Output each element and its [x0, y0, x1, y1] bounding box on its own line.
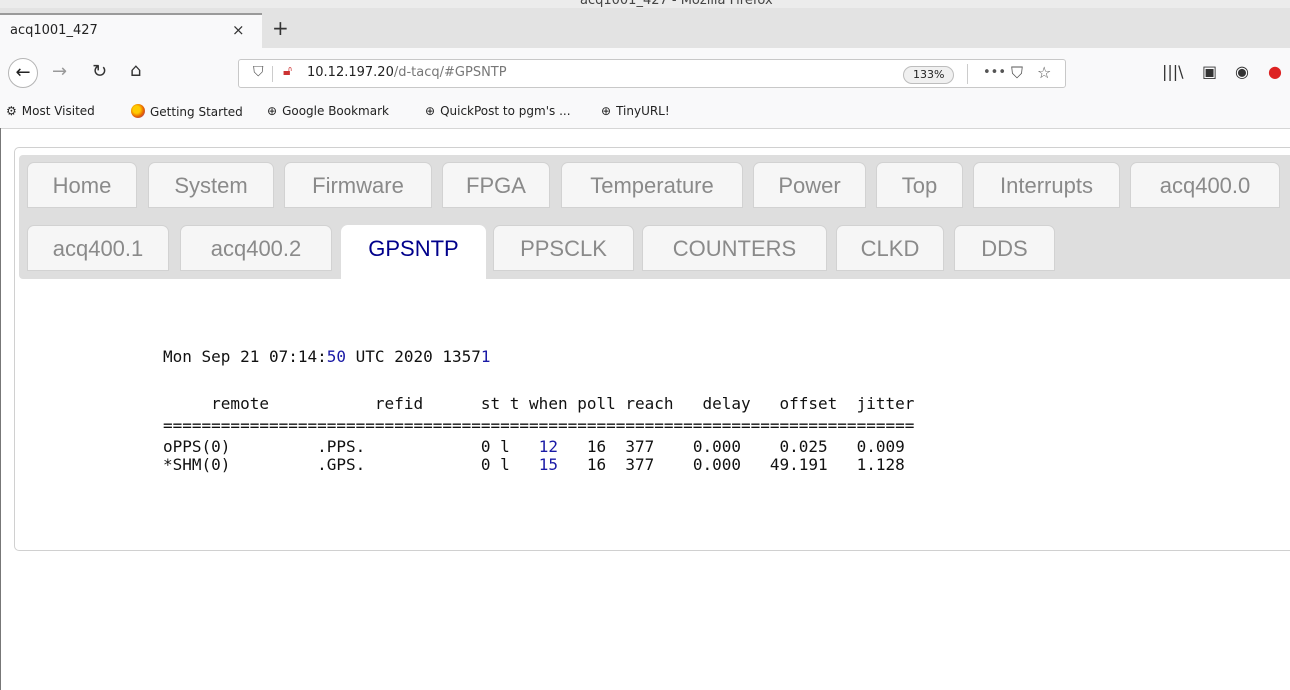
tab-interrupts[interactable]: Interrupts — [973, 162, 1120, 208]
date-last-digit: 1 — [480, 347, 491, 366]
sidebar-icon[interactable]: ▣ — [1202, 62, 1217, 82]
when-value: 15 — [538, 455, 558, 474]
browser-tab-title: acq1001_427 — [10, 23, 98, 38]
bookmark-tinyurl[interactable]: ⊕ TinyURL! — [601, 104, 670, 118]
window-left-edge — [0, 128, 1, 690]
globe-icon: ⊕ — [601, 104, 612, 118]
back-button[interactable]: ← — [8, 58, 38, 88]
browser-tab-strip: acq1001_427 × + — [0, 8, 1290, 48]
url-host: 10.12.197.20 — [307, 65, 394, 80]
firefox-icon — [131, 104, 145, 118]
url-path: /d-tacq/#GPSNTP — [393, 65, 507, 80]
tab-top[interactable]: Top — [876, 162, 963, 208]
tab-temperature[interactable]: Temperature — [561, 162, 743, 208]
tab-gpsntp[interactable]: GPSNTP — [341, 225, 486, 279]
tab-system[interactable]: System — [148, 162, 274, 208]
gear-icon: ⚙ — [6, 104, 17, 118]
bookmark-quickpost[interactable]: ⊕ QuickPost to pgm's ... — [425, 104, 571, 118]
table-row: oPPS(0) .PPS. 0 l 12 16 377 0.000 0.025 … — [163, 437, 905, 456]
window-titlebar: acq1001_427 - Mozilla Firefox — [0, 0, 1290, 8]
new-tab-button[interactable]: + — [272, 18, 289, 38]
bookmark-star-icon[interactable]: ☆ — [1037, 63, 1051, 82]
tab-firmware[interactable]: Firmware — [284, 162, 432, 208]
home-button[interactable]: ⌂ — [130, 61, 141, 81]
close-tab-icon[interactable]: × — [232, 21, 245, 39]
ntp-table-separator: ========================================… — [163, 416, 915, 435]
ntp-date-line: Mon Sep 21 07:14:50 UTC 2020 13571 — [163, 347, 491, 366]
tab-acq400-2[interactable]: acq400.2 — [180, 225, 332, 271]
tab-dds[interactable]: DDS — [954, 225, 1055, 271]
tab-fpga[interactable]: FPGA — [442, 162, 550, 208]
globe-icon: ⊕ — [425, 104, 436, 118]
library-icon[interactable]: |||\ — [1162, 62, 1184, 82]
tab-acq400-1[interactable]: acq400.1 — [27, 225, 169, 271]
tab-home[interactable]: Home — [27, 162, 137, 208]
bookmark-most-visited[interactable]: ⚙ Most Visited — [6, 104, 95, 118]
tab-power[interactable]: Power — [753, 162, 866, 208]
when-value: 12 — [538, 437, 558, 456]
url-text[interactable]: 10.12.197.20/d-tacq/#GPSNTP — [307, 65, 507, 80]
bookmark-getting-started[interactable]: Getting Started — [131, 104, 243, 119]
url-bar[interactable]: ⛉ 🔓︎ 10.12.197.20/d-tacq/#GPSNTP 133% ••… — [238, 59, 1066, 88]
tab-acq400-0[interactable]: acq400.0 — [1130, 162, 1280, 208]
bookmarks-toolbar: ⚙ Most Visited Getting Started ⊕ Google Bo… — [0, 96, 1290, 129]
browser-tab[interactable]: acq1001_427 × — [0, 13, 262, 48]
date-seconds: 50 — [326, 347, 347, 366]
extension-icon[interactable]: ● — [1268, 62, 1282, 82]
globe-icon: ⊕ — [267, 104, 278, 118]
table-row: *SHM(0) .GPS. 0 l 15 16 377 0.000 49.191… — [163, 455, 905, 474]
shield-icon[interactable]: ⛉ — [253, 64, 264, 80]
url-divider — [967, 64, 968, 84]
reload-button[interactable]: ↻ — [92, 62, 107, 82]
account-icon[interactable]: ◉ — [1235, 62, 1249, 82]
window-title: acq1001_427 - Mozilla Firefox — [580, 0, 773, 8]
tab-ppsclk[interactable]: PPSCLK — [493, 225, 634, 271]
url-divider — [272, 66, 273, 82]
page-actions-button[interactable]: ••• — [983, 65, 1006, 80]
pocket-icon[interactable]: ⛉ — [1011, 63, 1023, 83]
forward-button[interactable]: → — [52, 62, 67, 82]
tab-counters[interactable]: COUNTERS — [642, 225, 827, 271]
insecure-lock-icon[interactable]: 🔓︎ — [283, 63, 292, 79]
tab-clkd[interactable]: CLKD — [836, 225, 944, 271]
zoom-indicator[interactable]: 133% — [903, 66, 955, 84]
bookmark-google-bookmark[interactable]: ⊕ Google Bookmark — [267, 104, 389, 118]
ntp-table-header: remote refid st t when poll reach delay … — [163, 394, 915, 413]
